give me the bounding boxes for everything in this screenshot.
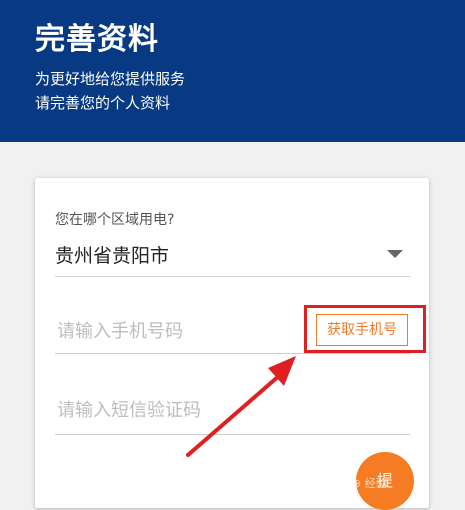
watermark: ⊕ 经验 xyxy=(352,477,387,490)
annotation-arrow-icon xyxy=(186,356,296,457)
